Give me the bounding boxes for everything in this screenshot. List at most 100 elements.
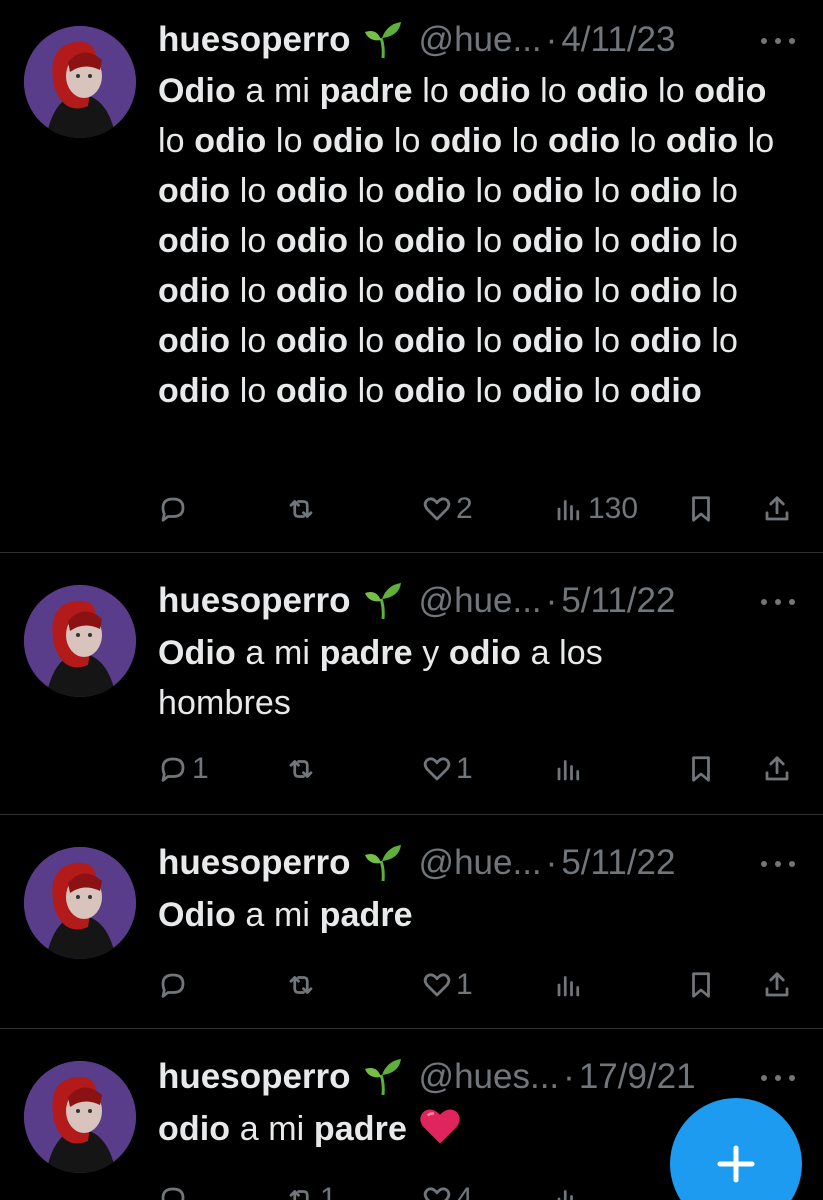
sprout-emoji — [364, 583, 401, 620]
avatar-image — [24, 847, 136, 959]
tweet-text-run: lo — [348, 272, 394, 310]
views-button[interactable] — [554, 1179, 584, 1200]
tweet-actions: 1 1 — [158, 749, 798, 789]
user-handle[interactable]: @hue... — [419, 843, 542, 883]
tweet-text-bold: odio — [393, 322, 466, 360]
share-button[interactable] — [762, 965, 792, 1005]
tweet-text-bold: padre — [319, 896, 413, 934]
reply-button[interactable] — [158, 965, 192, 1005]
timeline-feed: huesoperro @hue... · 4/11/23 Odio a mi p… — [0, 0, 823, 1200]
more-icon[interactable] — [761, 597, 795, 607]
tweet[interactable]: huesoperro @hue... · 4/11/23 Odio a mi p… — [0, 0, 823, 553]
tweet-actions: 1 — [158, 965, 798, 1005]
like-button[interactable]: 1 — [422, 749, 473, 789]
tweet-text-bold: padre — [319, 634, 413, 672]
tweet-text-run: a mi — [235, 896, 320, 934]
bookmark-button[interactable] — [686, 749, 716, 789]
avatar[interactable] — [24, 26, 136, 138]
retweet-button[interactable] — [286, 749, 320, 789]
avatar-image — [24, 585, 136, 697]
like-button[interactable]: 4 — [422, 1179, 473, 1200]
views-button[interactable]: 130 — [554, 489, 638, 529]
like-icon — [423, 497, 451, 521]
tweet-text-run: lo — [701, 172, 739, 210]
tweet-text-run: a mi — [235, 72, 320, 110]
more-icon[interactable] — [761, 859, 795, 869]
like-count: 2 — [456, 492, 473, 525]
bookmark-button[interactable] — [686, 965, 716, 1005]
reply-button[interactable] — [158, 489, 192, 529]
reply-icon — [161, 497, 185, 522]
tweet-text-bold: odio — [158, 372, 231, 410]
compose-plus-icon — [717, 1145, 755, 1183]
tweet-text-bold: odio — [629, 272, 702, 310]
more-icon[interactable] — [761, 1073, 795, 1083]
views-button[interactable] — [554, 749, 588, 789]
display-name[interactable]: huesoperro — [158, 20, 351, 60]
sprout-emoji — [364, 22, 401, 59]
display-name[interactable]: huesoperro — [158, 843, 351, 883]
tweet-text-run: lo — [502, 122, 548, 160]
tweet-text-run: lo — [348, 372, 394, 410]
separator-dot: · — [563, 1057, 575, 1096]
like-button[interactable]: 1 — [422, 965, 473, 1005]
retweet-button[interactable] — [286, 489, 320, 529]
views-icon — [557, 500, 580, 521]
tweet-text-content: odio a mi padre — [158, 1110, 407, 1148]
reply-count: 1 — [192, 752, 209, 785]
tweet-text-run: lo — [583, 172, 630, 210]
tweet-text-bold: odio — [158, 272, 231, 310]
user-handle[interactable]: @hues... — [419, 1057, 560, 1097]
reply-icon — [161, 1187, 185, 1200]
tweet-text-run: lo — [230, 372, 276, 410]
like-count: 1 — [456, 968, 473, 1001]
tweet-text-bold: odio — [158, 1110, 231, 1148]
tweet-text-bold: odio — [576, 72, 649, 110]
tweet-text-run: lo — [701, 272, 739, 310]
retweet-button[interactable] — [286, 965, 320, 1005]
retweet-count: 1 — [320, 1182, 337, 1200]
tweet-date[interactable]: 4/11/23 — [561, 20, 675, 60]
tweet-text-bold: odio — [158, 172, 231, 210]
tweet-text-run: lo — [158, 122, 195, 160]
tweet-text-run: lo — [384, 122, 431, 160]
tweet-date[interactable]: 17/9/21 — [579, 1057, 696, 1097]
reply-button[interactable] — [158, 1179, 192, 1200]
share-button[interactable] — [762, 749, 792, 789]
tweet-text-bold: Odio — [158, 72, 236, 110]
retweet-button[interactable]: 1 — [286, 1179, 337, 1200]
bookmark-icon — [692, 496, 710, 522]
avatar[interactable] — [24, 847, 136, 959]
more-icon[interactable] — [761, 36, 795, 46]
bookmark-button[interactable] — [686, 489, 716, 529]
tweet-text: Odio a mi padre lo odio lo odio lo odio … — [158, 66, 798, 416]
tweet-date[interactable]: 5/11/22 — [561, 581, 675, 621]
tweet[interactable]: huesoperro @hue... · 5/11/22 Odio a mi p… — [0, 815, 823, 1029]
tweet-date[interactable]: 5/11/22 — [561, 843, 675, 883]
views-button[interactable] — [554, 965, 588, 1005]
like-button[interactable]: 2 — [422, 489, 473, 529]
tweet-text-bold: odio — [393, 272, 466, 310]
share-button[interactable] — [762, 489, 792, 529]
tweet-actions: 2 130 — [158, 489, 798, 529]
like-count: 1 — [456, 752, 473, 785]
display-name[interactable]: huesoperro — [158, 1057, 351, 1097]
tweet[interactable]: huesoperro @hue... · 5/11/22 Odio a mi p… — [0, 553, 823, 815]
tweet-text-run: lo — [466, 272, 512, 310]
avatar[interactable] — [24, 585, 136, 697]
separator-dot: · — [545, 581, 558, 620]
tweet-text-bold: odio — [511, 272, 584, 310]
tweet-text-bold: odio — [275, 172, 349, 210]
avatar[interactable] — [24, 1061, 136, 1173]
user-handle[interactable]: @hue... — [419, 20, 542, 60]
user-handle[interactable]: @hue... — [419, 581, 542, 621]
tweet-text-run: a mi — [235, 634, 320, 672]
display-name[interactable]: huesoperro — [158, 581, 351, 621]
reply-button[interactable]: 1 — [158, 749, 209, 789]
sprout-emoji — [364, 845, 401, 882]
tweet-text-bold: odio — [511, 372, 584, 410]
tweet-text-run: lo — [648, 72, 695, 110]
tweet-text-run: lo — [466, 372, 512, 410]
separator-dot: · — [545, 843, 558, 882]
tweet-text-run: lo — [583, 322, 630, 360]
